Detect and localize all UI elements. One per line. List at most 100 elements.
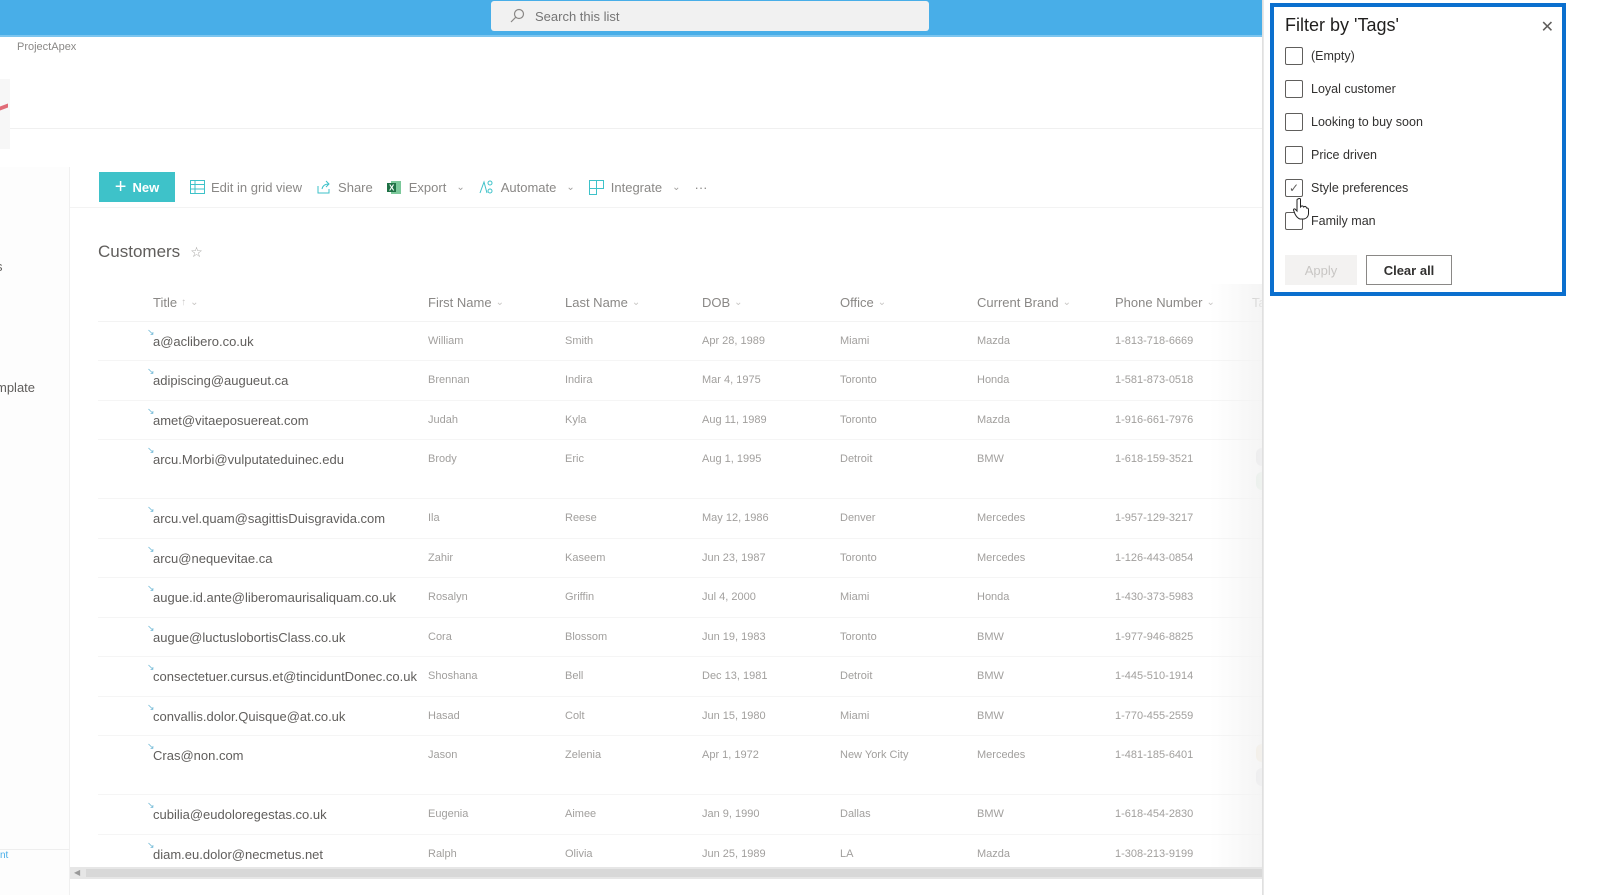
cell-title-text[interactable]: amet@vitaeposuereat.com [153,413,309,428]
scroll-left-icon[interactable]: ◀ [74,868,80,877]
table-row[interactable]: ↘ arcu@nequevitae.ca Zahir Kaseem Jun 23, 19… [98,539,1268,578]
new-button[interactable]: + New [99,172,175,202]
cell-title[interactable]: ↘ augue@luctuslobortisClass.co.uk [147,623,345,645]
cell-title[interactable]: ↘ adipiscing@augueut.ca [147,366,288,388]
table-row[interactable]: ↘ a@aclibero.co.uk William Smith Apr 28, 198… [98,322,1268,361]
cell-title[interactable]: ↘ augue.id.ante@liberomaurisaliquam.co.uk [147,583,396,605]
more-actions-button[interactable]: ··· [694,180,707,195]
table-row[interactable]: ↘ cubilia@eudoloregestas.co.uk Eugenia Aime… [98,795,1268,835]
cell-title[interactable]: ↘ a@aclibero.co.uk [147,327,254,349]
table-row[interactable]: ↘ convallis.dolor.Quisque@at.co.uk Hasad Co… [98,697,1268,736]
checkbox-checked[interactable]: ✓ [1285,179,1303,197]
apply-button[interactable]: Apply [1285,255,1357,285]
cell-title-text[interactable]: arcu@nequevitae.ca [153,551,272,566]
column-header-phone-number[interactable]: Phone Number ⌄ [1115,295,1215,310]
filter-option[interactable]: Loyal customer [1285,80,1396,98]
cell-title-text[interactable]: cubilia@eudoloregestas.co.uk [153,807,327,822]
filter-option-label: Loyal customer [1311,82,1396,96]
clear-all-button[interactable]: Clear all [1366,255,1452,285]
scrollbar-thumb[interactable] [86,869,1266,877]
filter-option[interactable]: Price driven [1285,146,1377,164]
search-box[interactable] [491,1,929,31]
checkbox[interactable] [1285,47,1303,65]
cell-dob: Apr 1, 1972 [702,749,759,761]
cell-current-brand: BMW [977,710,1004,722]
filter-option-label: Style preferences [1311,181,1409,195]
cell-title-text[interactable]: arcu.Morbi@vulputateduinec.edu [153,452,344,467]
cell-title[interactable]: ↘ arcu.vel.quam@sagittisDuisgravida.com [147,504,385,526]
site-logo[interactable] [0,79,10,149]
cell-current-brand: Mazda [977,414,1011,426]
checkbox[interactable] [1285,146,1303,164]
table-row[interactable]: ↘ adipiscing@augueut.ca Brennan Indira Mar 4… [98,361,1268,401]
filter-option-label: (Empty) [1311,49,1355,63]
integrate-button[interactable]: Integrate ⌄ [589,179,681,195]
automate-button[interactable]: Automate ⌄ [479,179,575,195]
nav-footer-link[interactable]: nt [0,850,8,861]
checkbox[interactable] [1285,80,1303,98]
cell-title-text[interactable]: a@aclibero.co.uk [153,334,254,349]
cell-office: New York City [840,749,909,761]
horizontal-scrollbar[interactable]: ◀ [70,867,1270,879]
share-button[interactable]: Share [316,179,373,195]
cell-phone-number: 1-308-213-9199 [1115,848,1194,860]
cell-title[interactable]: ↘ arcu@nequevitae.ca [147,544,272,566]
search-input[interactable] [535,8,915,24]
cell-title[interactable]: ↘ consectetuer.cursus.et@tinciduntDonec.c… [147,662,417,684]
column-header-first-name[interactable]: First Name ⌄ [428,295,504,310]
cell-title-text[interactable]: convallis.dolor.Quisque@at.co.uk [153,709,345,724]
filter-option[interactable]: Looking to buy soon [1285,113,1423,131]
new-button-label: New [132,179,160,195]
cell-first-name: William [428,335,464,347]
list-title: Customers ☆ [98,242,203,262]
column-header-last-name[interactable]: Last Name ⌄ [565,295,640,310]
cell-title[interactable]: ↘ diam.eu.dolor@necmetus.net [147,840,323,862]
cell-office: Toronto [840,552,877,564]
checkbox[interactable] [1285,113,1303,131]
cell-title-text[interactable]: diam.eu.dolor@necmetus.net [153,847,323,862]
cell-title-text[interactable]: adipiscing@augueut.ca [153,373,288,388]
table-row[interactable]: ↘ augue.id.ante@liberomaurisaliquam.co.uk… [98,578,1268,618]
edit-grid-view-button[interactable]: Edit in grid view [189,179,302,195]
nav-divider [0,849,69,850]
cell-title-text[interactable]: augue.id.ante@liberomaurisaliquam.co.uk [153,590,396,605]
filter-option[interactable]: ✓ Style preferences [1285,179,1408,197]
cell-title-text[interactable]: arcu.vel.quam@sagittisDuisgravida.com [153,511,385,526]
filter-option-label: Price driven [1311,148,1377,162]
table-row[interactable]: ↘ consectetuer.cursus.et@tinciduntDonec.c… [98,657,1268,697]
list-title-text: Customers [98,242,181,261]
cell-title-text[interactable]: Cras@non.com [153,748,244,763]
site-name[interactable]: ProjectApex [17,41,76,53]
column-header-title[interactable]: Title ↑ ⌄ [153,295,198,310]
export-button[interactable]: X Export ⌄ [387,179,465,195]
cell-title[interactable]: ↘ arcu.Morbi@vulputateduinec.edu [147,445,344,467]
table-row[interactable]: ↘ augue@luctuslobortisClass.co.uk Cora Blos… [98,618,1268,657]
cell-title-text[interactable]: consectetuer.cursus.et@tinciduntDonec.co… [153,669,417,684]
nav-item[interactable]: mplate [0,380,35,395]
table-row[interactable]: ↘ Cras@non.com Jason Zelenia Apr 1, 1972 New … [98,736,1268,795]
cell-title[interactable]: ↘ cubilia@eudoloregestas.co.uk [147,800,327,822]
cell-office: LA [840,848,854,860]
cell-current-brand: Mercedes [977,512,1026,524]
table-row[interactable]: ↘ arcu.Morbi@vulputateduinec.edu Brody Eric… [98,440,1268,499]
filter-option[interactable]: (Empty) [1285,47,1355,65]
chevron-down-icon: ⌄ [672,181,681,193]
column-header-label: First Name [428,295,492,310]
cell-first-name: Eugenia [428,808,469,820]
table-row[interactable]: ↘ arcu.vel.quam@sagittisDuisgravida.com Il… [98,499,1268,539]
cell-title[interactable]: ↘ amet@vitaeposuereat.com [147,406,309,428]
cell-current-brand: Honda [977,591,1010,603]
column-header-office[interactable]: Office ⌄ [840,295,886,310]
integrate-icon [589,179,605,195]
column-header-dob[interactable]: DOB ⌄ [702,295,743,310]
cell-phone-number: 1-445-510-1914 [1115,670,1194,682]
cell-title[interactable]: ↘ convallis.dolor.Quisque@at.co.uk [147,702,345,724]
close-icon[interactable]: ✕ [1541,17,1554,37]
cell-title[interactable]: ↘ Cras@non.com [147,741,244,763]
nav-item[interactable]: s [0,259,3,274]
cell-title-text[interactable]: augue@luctuslobortisClass.co.uk [153,630,345,645]
table-row[interactable]: ↘ amet@vitaeposuereat.com Judah Kyla Aug 11,… [98,401,1268,440]
left-navigation: s mplate nt [0,167,70,895]
favorite-star-icon[interactable]: ☆ [190,244,203,261]
column-header-current-brand[interactable]: Current Brand ⌄ [977,295,1071,310]
